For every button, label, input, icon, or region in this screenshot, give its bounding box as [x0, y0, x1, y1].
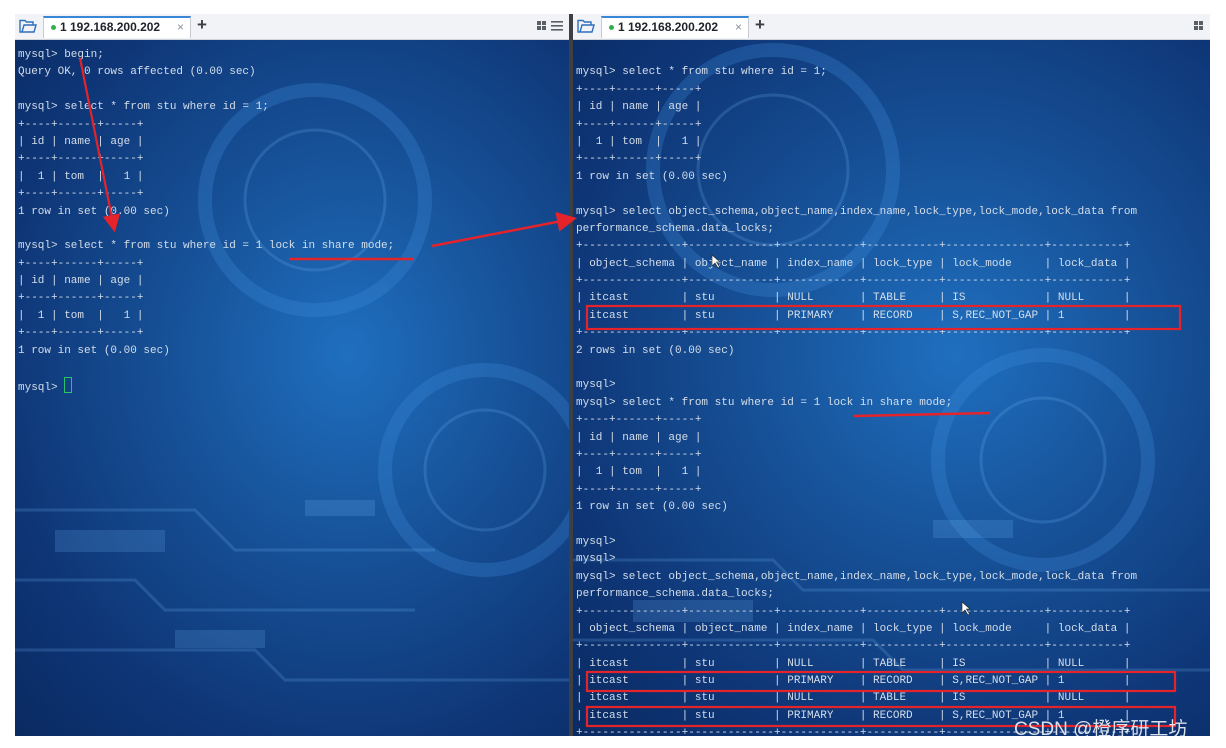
terminal-line: | id | name | age |	[576, 101, 702, 114]
close-tab-icon[interactable]: ×	[735, 18, 742, 37]
terminal-line: +----+------+-----+	[576, 83, 702, 96]
terminal-line: | itcast | stu | NULL | TABLE | IS | NUL…	[576, 292, 1131, 305]
layout-icon[interactable]	[1192, 18, 1210, 34]
terminal-line: | itcast | stu | PRIMARY | RECORD | S,RE…	[576, 309, 1131, 322]
terminal-line: mysql> select * from stu where id = 1;	[576, 66, 827, 79]
layout-icon[interactable]	[535, 18, 567, 34]
terminal-line: mysql> select object_schema,object_name,…	[576, 205, 1138, 218]
terminal-line: mysql> select * from stu where id = 1 lo…	[18, 240, 395, 253]
right-terminal[interactable]: mysql> select * from stu where id = 1; +-…	[573, 40, 1210, 736]
terminal-line: +----+------+-----+	[576, 153, 702, 166]
right-session-tab[interactable]: 1 192.168.200.202 ×	[601, 16, 749, 38]
terminal-line: performance_schema.data_locks;	[576, 588, 775, 601]
terminal-line: 1 row in set (0.00 sec)	[576, 501, 728, 514]
terminal-line: | object_schema | object_name | index_na…	[576, 622, 1131, 635]
terminal-line: +----+------+-----+	[576, 414, 702, 427]
terminal-line: +----+------+-----+	[18, 188, 144, 201]
left-terminal-output: mysql> begin; Query OK, 0 rows affected (…	[18, 47, 394, 395]
terminal-line: mysql> begin;	[18, 49, 104, 61]
terminal-line: +----+------+-----+	[576, 448, 702, 461]
terminal-line: +---------------+-------------+---------…	[576, 275, 1131, 288]
terminal-line: 1 row in set (0.00 sec)	[18, 205, 170, 218]
close-tab-icon[interactable]: ×	[177, 18, 184, 37]
left-session-tab[interactable]: 1 192.168.200.202 ×	[43, 16, 191, 38]
terminal-line: performance_schema.data_locks;	[576, 222, 775, 235]
terminal-line: +----+------+-----+	[18, 327, 144, 340]
terminal-line: mysql> select * from stu where id = 1 lo…	[576, 396, 953, 409]
left-tab-bar: 1 192.168.200.202 × +	[15, 14, 569, 40]
terminal-line: | id | name | age |	[18, 135, 144, 148]
terminal-line: +----+------+-----+	[18, 153, 144, 166]
watermark: CSDN @橙序研工坊	[1014, 719, 1188, 740]
connected-status-icon	[51, 25, 56, 30]
tab-title: 1 192.168.200.202	[60, 20, 161, 34]
terminal-line: | id | name | age |	[18, 275, 144, 288]
new-tab-button[interactable]: +	[755, 15, 765, 35]
terminal-line: 1 row in set (0.00 sec)	[576, 170, 728, 183]
terminal-line: mysql> select * from stu where id = 1;	[18, 101, 269, 114]
terminal-line: 1 row in set (0.00 sec)	[18, 344, 170, 357]
terminal-line: +---------------+-------------+---------…	[576, 240, 1131, 253]
tab-title: 1 192.168.200.202	[618, 20, 719, 34]
right-terminal-pane: 1 192.168.200.202 × + mysql> select * fr…	[573, 14, 1210, 736]
left-terminal[interactable]: mysql> begin; Query OK, 0 rows affected (…	[15, 40, 569, 736]
right-terminal-output: mysql> select * from stu where id = 1; +-…	[576, 47, 1137, 736]
terminal-line: +---------------+-------------+---------…	[576, 605, 1131, 618]
terminal-line: mysql>	[576, 553, 616, 566]
terminal-line: +---------------+-------------+---------…	[576, 640, 1131, 653]
terminal-line: mysql>	[576, 379, 616, 392]
terminal-line: | 1 | tom | 1 |	[18, 170, 144, 183]
terminal-line: 2 rows in set (0.00 sec)	[576, 344, 735, 357]
terminal-line: mysql>	[576, 535, 616, 548]
new-tab-button[interactable]: +	[197, 15, 207, 35]
connected-status-icon	[609, 25, 614, 30]
terminal-line: +----+------+-----+	[18, 257, 144, 270]
terminal-line: mysql> select object_schema,object_name,…	[576, 570, 1138, 583]
terminal-line: | itcast | stu | NULL | TABLE | IS | NUL…	[576, 657, 1131, 670]
terminal-line: +----+------+-----+	[576, 118, 702, 131]
terminal-line: | 1 | tom | 1 |	[576, 135, 702, 148]
terminal-line: | itcast | stu | PRIMARY | RECORD | S,RE…	[576, 675, 1131, 688]
folder-icon[interactable]	[19, 19, 37, 33]
terminal-line: +----+------+-----+	[18, 118, 144, 131]
terminal-line: +----+------+-----+	[18, 292, 144, 305]
terminal-line: | 1 | tom | 1 |	[576, 466, 702, 479]
terminal-line: +---------------+-------------+---------…	[576, 327, 1131, 340]
folder-icon[interactable]	[577, 19, 595, 33]
right-tab-bar: 1 192.168.200.202 × +	[573, 14, 1210, 40]
terminal-line: | object_schema | object_name | index_na…	[576, 257, 1131, 270]
terminal-line: mysql>	[18, 377, 394, 394]
terminal-line: | itcast | stu | NULL | TABLE | IS | NUL…	[576, 692, 1131, 705]
left-terminal-pane: 1 192.168.200.202 × + mysql> begin; Quer…	[15, 14, 569, 736]
terminal-line: +----+------+-----+	[576, 483, 702, 496]
terminal-line: | 1 | tom | 1 |	[18, 309, 144, 322]
terminal-line: Query OK, 0 rows affected (0.00 sec)	[18, 66, 256, 79]
terminal-line: | id | name | age |	[576, 431, 702, 444]
cursor-icon	[64, 377, 73, 394]
